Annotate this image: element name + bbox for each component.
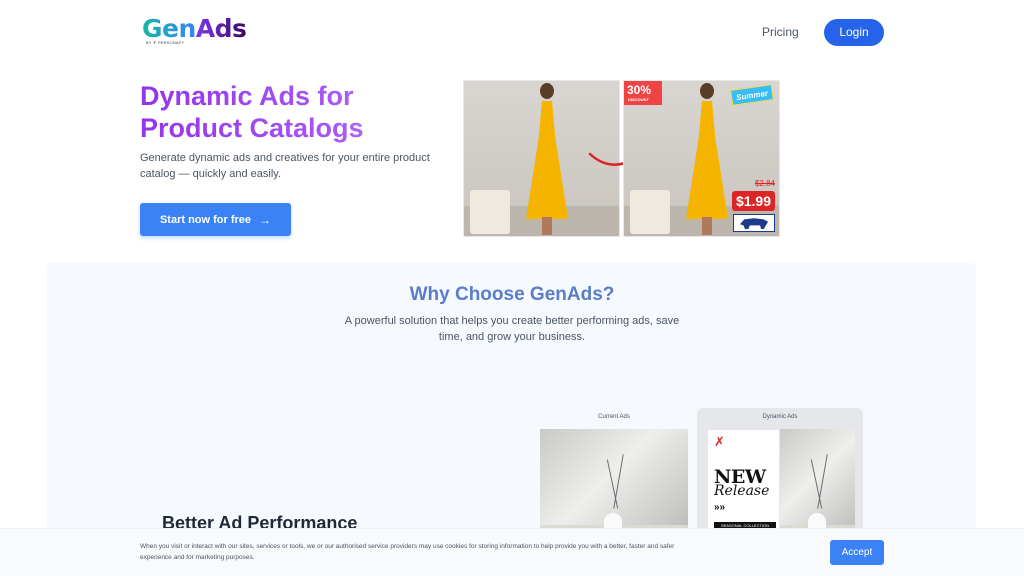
start-now-button[interactable]: Start now for free →: [140, 203, 291, 236]
why-description: A powerful solution that helps you creat…: [344, 315, 680, 343]
cookie-text: When you visit or interact with our site…: [140, 543, 675, 561]
start-now-label: Start now for free: [159, 213, 252, 226]
summer-badge: Summer: [730, 84, 774, 106]
product-image-dynamic-ad: 30% DISCOUNT Summer $2.84 $1.99: [623, 80, 780, 237]
login-button[interactable]: Login: [824, 19, 884, 46]
yellow-dress: [686, 101, 728, 219]
brand-logo-icon: ✗: [714, 434, 725, 449]
yellow-dress: [526, 101, 568, 219]
dynamic-ads-label: Dynamic Ads: [762, 414, 798, 420]
price-old: $2.84: [754, 179, 775, 188]
logo-ads-text: Ads: [195, 14, 247, 43]
model-head: [700, 83, 714, 99]
nav-pricing-link[interactable]: Pricing: [762, 25, 799, 39]
model-legs: [702, 217, 712, 235]
model-figure: [522, 83, 572, 235]
poster-release-text: Release: [714, 483, 770, 499]
stool: [630, 190, 670, 234]
branch: [613, 454, 624, 509]
price-new: $1.99: [731, 191, 775, 211]
discount-badge: 30% DISCOUNT: [624, 81, 662, 105]
hero-description: Generate dynamic ads and creatives for y…: [140, 152, 430, 180]
stool: [470, 190, 510, 234]
current-ad-image: [540, 429, 688, 539]
genads-logo[interactable]: GenAds BY ✗ PERSONAFY: [142, 14, 247, 48]
arrow-right-icon: →: [259, 212, 272, 227]
discount-label: DISCOUNT: [628, 97, 649, 102]
price-tag: $2.84 $1.99: [731, 179, 775, 211]
chevrons-icon: »»: [714, 502, 726, 513]
hero-title: Dynamic Ads for Product Catalogs: [140, 80, 460, 144]
discount-percent: 30%: [627, 83, 652, 97]
logo-byline: BY ✗ PERSONAFY: [146, 40, 185, 45]
dynamic-ad-image: [780, 429, 855, 539]
why-title: Why Choose GenAds?: [409, 284, 615, 305]
accept-cookies-button[interactable]: Accept: [830, 540, 884, 565]
current-ads-label: Current Ads: [598, 414, 630, 420]
model-head: [540, 83, 554, 99]
logo-gen-text: Gen: [142, 14, 196, 43]
model-legs: [542, 217, 552, 235]
bear-icon: [740, 218, 768, 229]
new-release-poster: ✗ NEW Release »» SEASONAL COLLECTION: [707, 429, 780, 539]
brand-badge: [733, 214, 775, 232]
model-figure: [682, 83, 732, 235]
branch: [817, 454, 828, 509]
header: GenAds BY ✗ PERSONAFY Pricing Login: [0, 0, 1024, 66]
